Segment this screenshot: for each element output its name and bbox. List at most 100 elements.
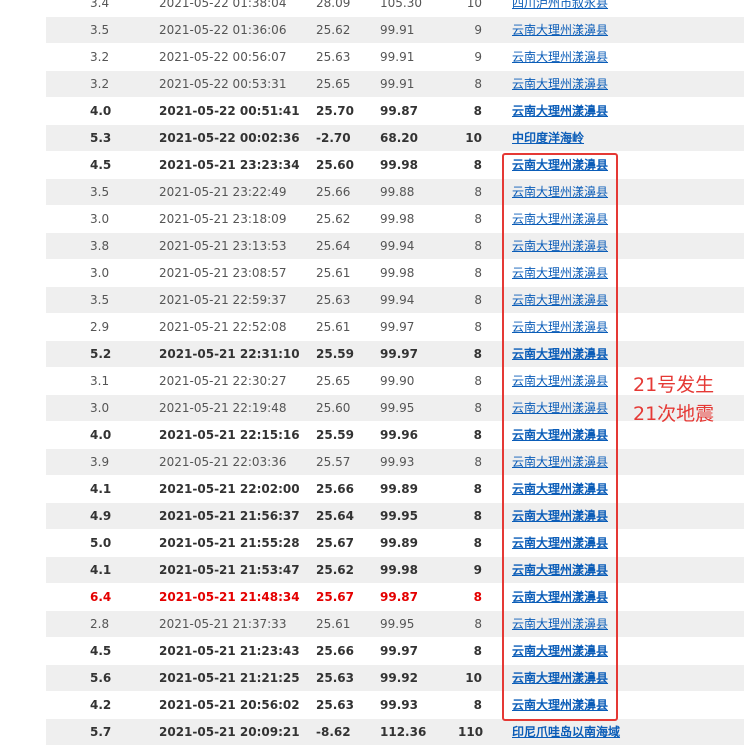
time-cell: 2021-05-21 21:56:37 <box>159 509 300 523</box>
latitude-cell: 28.09 <box>316 0 351 10</box>
magnitude-cell: 3.5 <box>90 185 110 199</box>
table-row: 4.5 2021-05-21 23:23:34 25.60 99.98 8 云南大理州漾濞… <box>46 152 744 179</box>
table-row: 5.3 2021-05-22 00:02:36 -2.70 68.20 10 中印度洋海岭 <box>46 125 744 152</box>
magnitude-cell: 4.2 <box>90 698 112 712</box>
depth-cell: 8 <box>474 455 482 469</box>
magnitude-cell: 3.5 <box>90 293 110 307</box>
table-row: 5.7 2021-05-21 20:09:21 -8.62 112.36 110 印尼爪哇… <box>46 719 744 746</box>
latitude-cell: 25.59 <box>316 347 354 361</box>
table-row: 3.0 2021-05-21 23:08:57 25.61 99.98 8 云南大理州漾濞… <box>46 260 744 287</box>
time-cell: 2021-05-21 22:30:27 <box>159 374 287 388</box>
longitude-cell: 99.93 <box>380 698 418 712</box>
table-row: 5.2 2021-05-21 22:31:10 25.59 99.97 8 云南大理州漾濞… <box>46 341 744 368</box>
location-link[interactable]: 云南大理州漾濞县 <box>512 44 608 71</box>
magnitude-cell: 4.9 <box>90 509 112 523</box>
magnitude-cell: 3.2 <box>90 77 110 91</box>
time-cell: 2021-05-21 21:55:28 <box>159 536 300 550</box>
table-row: 4.5 2021-05-21 21:23:43 25.66 99.97 8 云南大理州漾濞… <box>46 638 744 665</box>
latitude-cell: 25.61 <box>316 266 351 280</box>
depth-cell: 8 <box>474 266 482 280</box>
longitude-cell: 99.90 <box>380 374 415 388</box>
location-link[interactable]: 云南大理州漾濞县 <box>512 98 608 125</box>
longitude-cell: 99.98 <box>380 563 418 577</box>
depth-cell: 9 <box>474 23 482 37</box>
depth-cell: 10 <box>465 131 482 145</box>
longitude-cell: 99.98 <box>380 266 415 280</box>
location-link[interactable]: 中印度洋海岭 <box>512 125 584 152</box>
depth-cell: 8 <box>474 185 482 199</box>
latitude-cell: 25.63 <box>316 671 354 685</box>
time-cell: 2021-05-21 23:22:49 <box>159 185 287 199</box>
magnitude-cell: 3.8 <box>90 239 110 253</box>
longitude-cell: 99.95 <box>380 401 415 415</box>
time-cell: 2021-05-21 21:53:47 <box>159 563 300 577</box>
longitude-cell: 99.93 <box>380 455 415 469</box>
annotation-line-1: 21号发生 <box>633 374 715 396</box>
table-row: 4.1 2021-05-21 21:53:47 25.62 99.98 9 云南大理州漾濞… <box>46 557 744 584</box>
longitude-cell: 99.91 <box>380 50 415 64</box>
time-cell: 2021-05-21 22:19:48 <box>159 401 287 415</box>
longitude-cell: 99.96 <box>380 428 418 442</box>
latitude-cell: 25.65 <box>316 77 351 91</box>
location-link[interactable]: 印尼爪哇岛以南海域 <box>512 719 620 746</box>
time-cell: 2021-05-21 23:18:09 <box>159 212 287 226</box>
time-cell: 2021-05-22 00:56:07 <box>159 50 287 64</box>
latitude-cell: 25.64 <box>316 509 354 523</box>
longitude-cell: 99.97 <box>380 347 418 361</box>
latitude-cell: 25.67 <box>316 536 354 550</box>
depth-cell: 8 <box>473 428 482 442</box>
table-row: 6.4 2021-05-21 21:48:34 25.67 99.87 8 云南大理州漾濞… <box>46 584 744 611</box>
magnitude-cell: 4.5 <box>90 644 112 658</box>
longitude-cell: 68.20 <box>380 131 418 145</box>
magnitude-cell: 5.6 <box>90 671 112 685</box>
latitude-cell: 25.67 <box>316 590 354 604</box>
depth-cell: 10 <box>466 0 482 10</box>
latitude-cell: 25.62 <box>316 23 351 37</box>
depth-cell: 8 <box>474 239 482 253</box>
time-cell: 2021-05-21 22:02:00 <box>159 482 300 496</box>
longitude-cell: 99.97 <box>380 320 415 334</box>
longitude-cell: 99.94 <box>380 239 415 253</box>
latitude-cell: 25.61 <box>316 320 351 334</box>
latitude-cell: 25.63 <box>316 293 351 307</box>
latitude-cell: 25.62 <box>316 563 354 577</box>
time-cell: 2021-05-21 22:59:37 <box>159 293 287 307</box>
magnitude-cell: 2.9 <box>90 320 110 334</box>
magnitude-cell: 4.1 <box>90 563 112 577</box>
depth-cell: 8 <box>473 509 482 523</box>
magnitude-cell: 3.0 <box>90 401 110 415</box>
table-row: 3.2 2021-05-22 00:56:07 25.63 99.91 9 云南大理州漾濞… <box>46 44 744 71</box>
magnitude-cell: 3.0 <box>90 266 110 280</box>
latitude-cell: 25.70 <box>316 104 354 118</box>
latitude-cell: 25.61 <box>316 617 351 631</box>
magnitude-cell: 5.0 <box>90 536 112 550</box>
longitude-cell: 99.98 <box>380 212 415 226</box>
table-row: 2.8 2021-05-21 21:37:33 25.61 99.95 8 云南大理州漾濞… <box>46 611 744 638</box>
longitude-cell: 99.91 <box>380 23 415 37</box>
latitude-cell: 25.59 <box>316 428 354 442</box>
table-row: 5.0 2021-05-21 21:55:28 25.67 99.89 8 云南大理州漾濞… <box>46 530 744 557</box>
magnitude-cell: 3.9 <box>90 455 110 469</box>
magnitude-cell: 4.5 <box>90 158 112 172</box>
table-row: 3.0 2021-05-21 23:18:09 25.62 99.98 8 云南大理州漾濞… <box>46 206 744 233</box>
depth-cell: 9 <box>474 50 482 64</box>
longitude-cell: 99.95 <box>380 509 418 523</box>
magnitude-cell: 6.4 <box>90 590 112 604</box>
latitude-cell: 25.62 <box>316 212 351 226</box>
time-cell: 2021-05-21 22:15:16 <box>159 428 300 442</box>
table-row: 3.4 2021-05-22 01:38:04 28.09 105.30 10 四川泸州市… <box>46 0 744 17</box>
latitude-cell: 25.63 <box>316 50 351 64</box>
longitude-cell: 112.36 <box>380 725 427 739</box>
magnitude-cell: 3.4 <box>90 0 110 10</box>
location-link[interactable]: 云南大理州漾濞县 <box>512 17 608 44</box>
time-cell: 2021-05-21 23:08:57 <box>159 266 287 280</box>
magnitude-cell: 4.0 <box>90 428 112 442</box>
depth-cell: 8 <box>473 158 482 172</box>
location-link[interactable]: 云南大理州漾濞县 <box>512 71 608 98</box>
depth-cell: 10 <box>465 671 482 685</box>
latitude-cell: 25.66 <box>316 644 354 658</box>
magnitude-cell: 4.0 <box>90 104 112 118</box>
time-cell: 2021-05-22 01:38:04 <box>159 0 287 10</box>
location-link[interactable]: 四川泸州市叙永县 <box>512 0 608 17</box>
annotation-line-2: 21次地震 <box>633 403 715 425</box>
